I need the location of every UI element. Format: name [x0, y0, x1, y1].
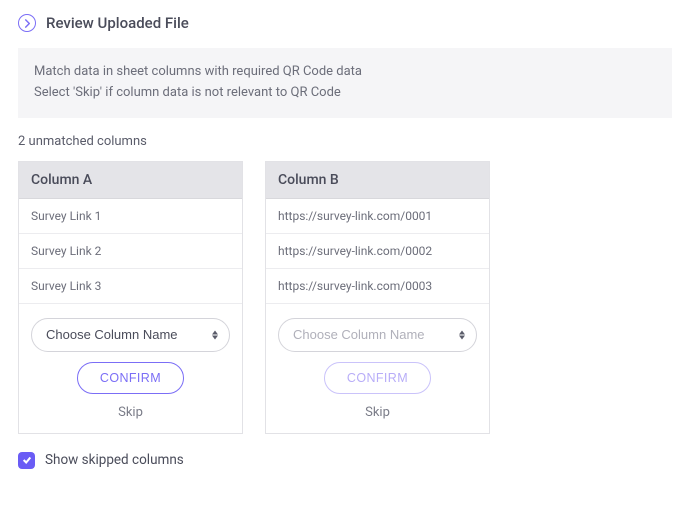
- confirm-button[interactable]: CONFIRM: [77, 362, 184, 394]
- column-row: https://survey-link.com/0001: [266, 199, 489, 234]
- skip-link[interactable]: Skip: [365, 404, 390, 421]
- show-skipped-checkbox[interactable]: [18, 452, 35, 469]
- column-row: https://survey-link.com/0003: [266, 269, 489, 304]
- info-line-2: Select 'Skip' if column data is not rele…: [34, 83, 656, 104]
- expand-icon[interactable]: [18, 14, 36, 32]
- column-select-wrap: Choose Column Name: [31, 318, 230, 352]
- column-header: Column A: [19, 162, 242, 199]
- columns-wrap: Column A Survey Link 1 Survey Link 2 Sur…: [18, 161, 672, 434]
- column-card-b: Column B https://survey-link.com/0001 ht…: [265, 161, 490, 434]
- show-skipped-label: Show skipped columns: [45, 452, 184, 468]
- section-title: Review Uploaded File: [46, 14, 189, 32]
- column-actions: Choose Column Name CONFIRM Skip: [266, 304, 489, 433]
- confirm-button[interactable]: CONFIRM: [324, 362, 431, 394]
- skip-link[interactable]: Skip: [118, 404, 143, 421]
- column-row: Survey Link 1: [19, 199, 242, 234]
- column-row: Survey Link 3: [19, 269, 242, 304]
- info-box: Match data in sheet columns with require…: [18, 48, 672, 118]
- column-row: https://survey-link.com/0002: [266, 234, 489, 269]
- show-skipped-row: Show skipped columns: [18, 452, 672, 469]
- column-header: Column B: [266, 162, 489, 199]
- column-name-select[interactable]: Choose Column Name: [278, 318, 477, 352]
- unmatched-status: 2 unmatched columns: [18, 134, 672, 149]
- column-select-wrap: Choose Column Name: [278, 318, 477, 352]
- section-header: Review Uploaded File: [18, 14, 672, 32]
- info-line-1: Match data in sheet columns with require…: [34, 62, 656, 83]
- column-card-a: Column A Survey Link 1 Survey Link 2 Sur…: [18, 161, 243, 434]
- column-name-select[interactable]: Choose Column Name: [31, 318, 230, 352]
- column-actions: Choose Column Name CONFIRM Skip: [19, 304, 242, 433]
- column-row: Survey Link 2: [19, 234, 242, 269]
